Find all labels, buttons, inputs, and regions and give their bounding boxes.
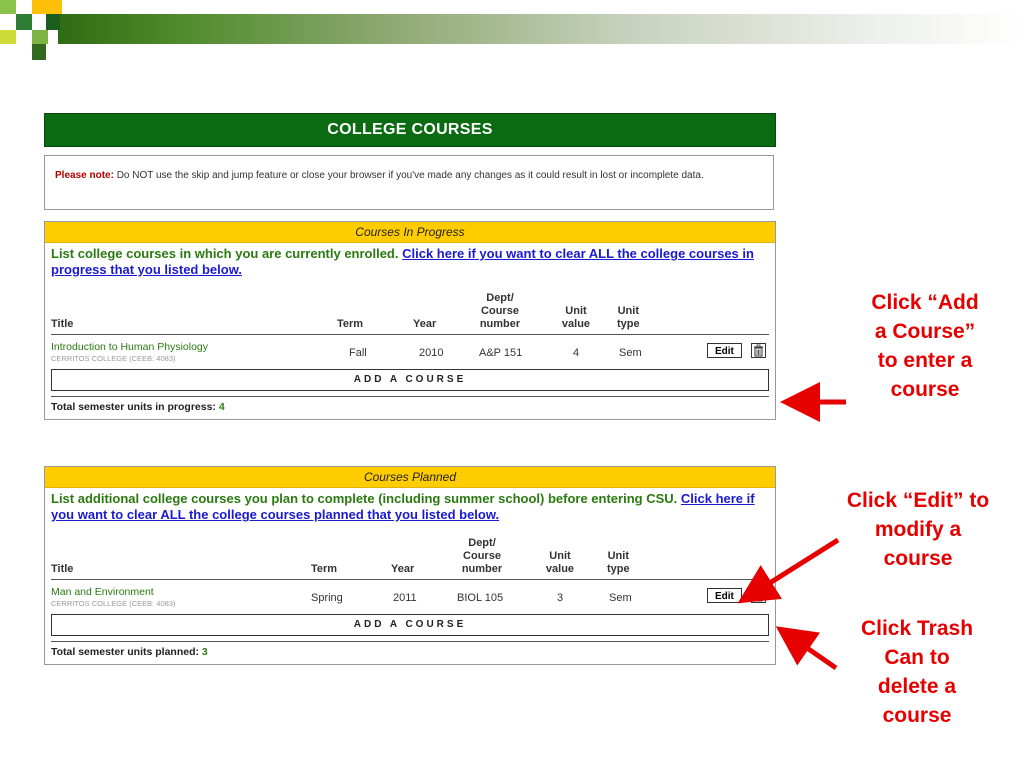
annotation-arrows [737, 382, 846, 671]
arrow-trash [775, 626, 838, 671]
arrow-edit [737, 537, 840, 604]
